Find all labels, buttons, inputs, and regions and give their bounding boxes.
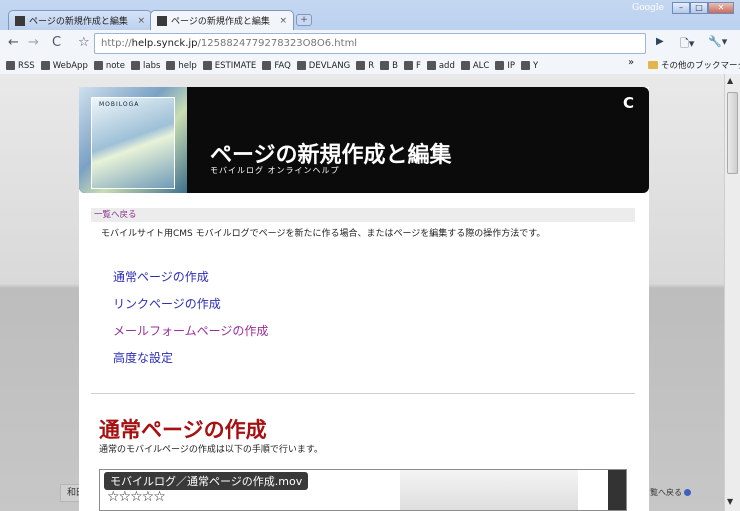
bookmark-item[interactable]: help (166, 61, 197, 71)
bookmark-icon (6, 61, 15, 70)
url-scheme: http:// (101, 38, 132, 49)
footer-back-link[interactable]: 覧へ戻る (650, 487, 691, 498)
page-favicon-icon (15, 15, 25, 26)
scroll-down-arrow-icon[interactable]: ▼ (727, 497, 733, 506)
google-label: Google (632, 3, 664, 13)
scrollbar-thumb[interactable] (727, 92, 738, 174)
section-divider (91, 393, 635, 394)
toc-link-mailform-page[interactable]: メールフォームページの作成 (113, 322, 268, 339)
rating-stars[interactable]: ☆☆☆☆☆ (107, 489, 166, 505)
minimize-button[interactable]: – (672, 2, 690, 14)
product-box-image: MOBILOGA (79, 87, 187, 193)
tab-label: ページの新規作成と編集 (29, 17, 128, 27)
bookmark-icon (520, 61, 530, 70)
page-subtitle: モバイルログ オンラインヘルプ (210, 166, 340, 175)
bookmark-icon (93, 61, 103, 70)
bookmark-icon (380, 61, 390, 70)
video-caption: モバイルログ／通常ページの作成.mov (104, 472, 309, 490)
back-to-list-link[interactable]: 一覧へ戻る (91, 208, 635, 222)
bookmark-item[interactable]: F (403, 61, 421, 71)
bookmark-item[interactable]: note (93, 61, 125, 71)
bookmark-icon (403, 61, 413, 70)
bookmark-icon (460, 61, 470, 70)
bookmark-icon (495, 61, 505, 70)
bookmark-item[interactable]: Y (520, 61, 538, 71)
intro-text: モバイルサイト用CMS モバイルログでページを新たに作る場合、またはページを編集… (101, 229, 546, 239)
scroll-up-arrow-icon[interactable]: ▲ (727, 76, 733, 85)
browser-chrome: ページの新規作成と編集 × ページの新規作成と編集 × + Google – □… (0, 0, 740, 74)
section-description: 通常のモバイルページの作成は以下の手順で行います。 (99, 445, 323, 455)
help-page: MOBILOGA ページの新規作成と編集 モバイルログ オンラインヘルプ C 一… (79, 87, 649, 511)
bookmarks-overflow-button[interactable]: » (628, 57, 634, 68)
product-box (91, 97, 175, 189)
back-arrow-icon[interactable]: ← (8, 35, 19, 51)
wrench-menu-icon[interactable]: 🔧▾ (708, 35, 727, 48)
address-bar[interactable]: http://help.synck.jp/1258824779278323O8O… (94, 33, 646, 54)
bookmark-item[interactable]: RSS (6, 61, 35, 71)
close-tab-icon[interactable]: × (137, 16, 145, 26)
toc-link-advanced-settings[interactable]: 高度な設定 (113, 349, 173, 366)
bookmark-item[interactable]: DEVLANG (296, 61, 350, 71)
circle-icon (684, 489, 691, 496)
bookmark-item[interactable]: WebApp (40, 61, 88, 71)
url-host: help.synck.jp (131, 38, 198, 49)
other-bookmarks-folder[interactable]: その他のブックマーク (648, 59, 740, 71)
close-tab-icon[interactable]: × (279, 16, 287, 26)
page-menu-icon[interactable]: 🗋▾ (680, 35, 694, 54)
tab-label: ページの新規作成と編集 (171, 17, 270, 27)
close-window-button[interactable]: ✕ (708, 2, 734, 14)
tab-inactive[interactable]: ページの新規作成と編集 × (8, 10, 152, 30)
video-thumbnail (400, 470, 578, 510)
toc-link-normal-page[interactable]: 通常ページの作成 (113, 268, 209, 285)
bookmark-star-icon[interactable]: ☆ (78, 35, 90, 51)
toc-link-link-page[interactable]: リンクページの作成 (113, 295, 221, 312)
bookmark-item[interactable]: FAQ (262, 61, 291, 71)
bookmark-item[interactable]: add (426, 61, 455, 71)
bookmark-item[interactable]: B (380, 61, 398, 71)
bookmark-item[interactable]: ALC (460, 61, 489, 71)
video-player[interactable]: モバイルログ／通常ページの作成.mov ☆☆☆☆☆ (99, 469, 627, 511)
vertical-scrollbar[interactable]: ▲ ▼ (724, 74, 740, 511)
bookmark-icon (131, 61, 140, 70)
bookmark-icon (40, 61, 50, 70)
new-tab-button[interactable]: + (296, 14, 312, 26)
url-path: /1258824779278323O8O6.html (197, 38, 358, 49)
product-logo: MOBILOGA (99, 101, 140, 108)
folder-icon (648, 61, 658, 69)
bookmark-item[interactable]: labs (131, 61, 160, 71)
bookmark-icon (296, 61, 306, 70)
page-favicon-icon (157, 15, 167, 26)
bookmark-icon (202, 61, 212, 70)
bookmark-item[interactable]: ESTIMATE (202, 61, 256, 71)
tab-active[interactable]: ページの新規作成と編集 × (150, 10, 294, 30)
video-side-bar (608, 470, 626, 510)
forward-arrow-icon[interactable]: → (28, 35, 39, 51)
bookmark-icon (166, 61, 176, 70)
page-header: MOBILOGA ページの新規作成と編集 モバイルログ オンラインヘルプ C (79, 87, 649, 193)
bookmark-icon (426, 61, 436, 70)
title-bar: ページの新規作成と編集 × ページの新規作成と編集 × + Google – □… (0, 0, 740, 30)
bookmark-icon (356, 61, 366, 70)
bookmarks-bar: RSS WebApp note labs help ESTIMATE FAQ D… (0, 57, 740, 74)
bookmark-item[interactable]: R (356, 61, 374, 71)
bookmark-item[interactable]: IP (495, 61, 515, 71)
section-heading: 通常ページの作成 (99, 418, 267, 442)
reload-icon[interactable]: C (52, 35, 61, 51)
bookmark-icon (262, 61, 272, 70)
go-arrow-icon[interactable]: ▶ (656, 36, 664, 47)
reload-icon[interactable]: C (623, 94, 634, 112)
maximize-button[interactable]: □ (690, 2, 708, 14)
navigation-toolbar: ← → C ☆ http://help.synck.jp/12588247792… (0, 30, 740, 57)
